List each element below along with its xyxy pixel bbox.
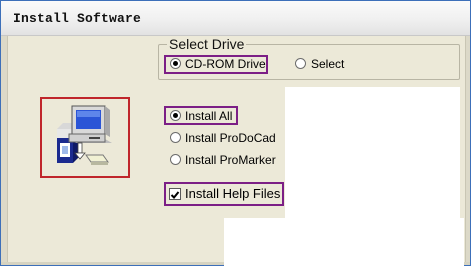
window-left-edge: [1, 36, 8, 265]
computer-install-icon: [57, 105, 112, 165]
select-drive-label[interactable]: Select: [311, 57, 344, 71]
cdrom-drive-label[interactable]: CD-ROM Drive: [185, 57, 266, 71]
select-drive-radio[interactable]: [295, 58, 306, 69]
install-help-files-checkbox[interactable]: [169, 188, 181, 200]
cdrom-drive-radio[interactable]: [170, 58, 181, 69]
install-prodocad-radio[interactable]: [170, 132, 181, 143]
select-drive-legend: Select Drive: [167, 36, 247, 52]
window-right-edge: [465, 36, 470, 265]
install-all-radio[interactable]: [170, 110, 181, 121]
install-all-radio-dot: [173, 113, 178, 118]
install-promarker-label[interactable]: Install ProMarker: [185, 153, 276, 167]
install-all-label[interactable]: Install All: [185, 109, 232, 123]
title-bar[interactable]: Install Software: [1, 1, 470, 36]
install-promarker-radio[interactable]: [170, 154, 181, 165]
cdrom-drive-radio-dot: [173, 61, 178, 66]
installer-icon-frame: [40, 97, 130, 178]
checkmark-icon: [170, 191, 180, 199]
install-prodocad-label[interactable]: Install ProDoCad: [185, 131, 276, 145]
install-help-files-label[interactable]: Install Help Files: [185, 187, 280, 201]
window-title: Install Software: [13, 11, 142, 26]
blank-panel-bottom: [224, 218, 464, 266]
